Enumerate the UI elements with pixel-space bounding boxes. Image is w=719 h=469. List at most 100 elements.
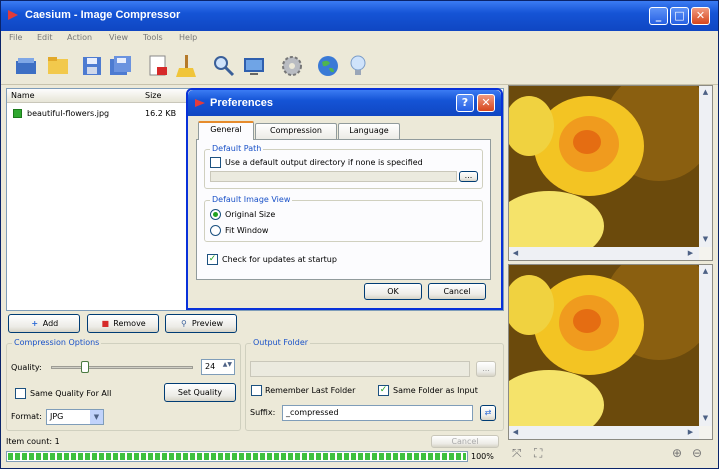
stepper-arrows-icon[interactable]: ▲▼	[223, 361, 232, 368]
menu-file[interactable]: File	[9, 33, 22, 42]
cancel-button[interactable]: Cancel	[431, 435, 499, 448]
horizontal-scrollbar[interactable]: ◀ ▶	[509, 426, 699, 439]
fit-window-radio[interactable]	[210, 225, 221, 236]
default-path-group	[204, 149, 483, 189]
same-quality-checkbox[interactable]	[15, 388, 26, 399]
open-folder-icon[interactable]	[13, 53, 39, 79]
remove-icon: ■	[101, 319, 110, 328]
suffix-input[interactable]: _compressed	[282, 405, 473, 421]
vertical-scrollbar[interactable]: ▲ ▼	[699, 265, 712, 426]
suffix-info-icon[interactable]: ⇄	[480, 405, 496, 421]
dialog-close-button[interactable]: ✕	[477, 94, 495, 112]
progress-fill	[8, 453, 466, 460]
clear-list-icon[interactable]	[173, 53, 199, 79]
menu-help[interactable]: Help	[179, 33, 197, 42]
scroll-left-icon[interactable]: ◀	[510, 427, 521, 438]
default-view-group	[204, 200, 483, 242]
original-image	[509, 86, 699, 247]
scroll-up-icon[interactable]: ▲	[700, 87, 711, 98]
same-folder-checkbox[interactable]: ✓	[378, 385, 389, 396]
check-updates-checkbox[interactable]: ✓	[207, 254, 218, 265]
format-select[interactable]: JPG ▼	[46, 409, 104, 425]
quality-label: Quality:	[11, 363, 42, 372]
default-directory-checkbox[interactable]	[210, 157, 221, 168]
dialog-title: Preferences	[210, 97, 273, 109]
output-path-input[interactable]	[250, 361, 470, 377]
same-quality-label: Same Quality For All	[30, 389, 112, 398]
scroll-right-icon[interactable]: ▶	[685, 248, 696, 259]
zoom-in-icon[interactable]: ⊕	[672, 446, 682, 460]
scroll-left-icon[interactable]: ◀	[510, 248, 521, 259]
preview-button[interactable]: ⚲ Preview	[165, 314, 237, 333]
maximize-button[interactable]: □	[670, 7, 689, 25]
zoom-out-icon[interactable]: ⊖	[692, 446, 702, 460]
column-name[interactable]: Name	[11, 91, 35, 100]
scroll-up-icon[interactable]: ▲	[700, 266, 711, 277]
default-view-title: Default Image View	[210, 195, 293, 204]
general-tab-panel: Default Path Use a default output direct…	[196, 139, 491, 280]
save-icon[interactable]	[79, 53, 105, 79]
save-all-icon[interactable]	[107, 53, 133, 79]
caesium-logo-icon	[195, 99, 205, 107]
column-size[interactable]: Size	[145, 91, 161, 100]
settings-icon[interactable]	[279, 53, 305, 79]
close-button[interactable]: ✕	[691, 7, 710, 25]
output-folder-title: Output Folder	[251, 338, 311, 347]
remove-button-label: Remove	[113, 319, 146, 328]
progress-bar	[6, 451, 468, 462]
file-name: beautiful-flowers.jpg	[27, 109, 110, 118]
compressed-image	[509, 265, 699, 426]
toolbar	[1, 47, 718, 85]
default-directory-input[interactable]	[210, 171, 457, 182]
file-status-icon	[13, 109, 22, 118]
scroll-down-icon[interactable]: ▼	[700, 413, 711, 424]
quality-stepper[interactable]: 24 ▲▼	[201, 359, 235, 375]
fit-window-icon[interactable]: ⤧	[512, 446, 522, 461]
add-button[interactable]: + Add	[8, 314, 80, 333]
minimize-button[interactable]: _	[649, 7, 668, 25]
magnifier-icon: ⚲	[180, 319, 187, 328]
dialog-cancel-button[interactable]: Cancel	[428, 283, 486, 300]
format-value: JPG	[50, 412, 64, 421]
default-directory-label: Use a default output directory if none i…	[225, 158, 423, 167]
original-size-label: Original Size	[225, 210, 276, 219]
search-icon[interactable]	[211, 53, 237, 79]
format-label: Format:	[11, 412, 42, 421]
menu-action[interactable]: Action	[67, 33, 92, 42]
chevron-down-icon[interactable]: ▼	[90, 410, 103, 424]
tip-icon[interactable]	[345, 53, 371, 79]
original-size-radio[interactable]	[210, 209, 221, 220]
remember-folder-checkbox[interactable]	[251, 385, 262, 396]
same-folder-label: Same Folder as Input	[393, 386, 478, 395]
dialog-title-bar[interactable]: Preferences ? ✕	[188, 90, 501, 116]
tab-general[interactable]: General	[198, 121, 254, 140]
menu-edit[interactable]: Edit	[37, 33, 53, 42]
ok-button[interactable]: OK	[364, 283, 422, 300]
original-preview-pane: ▲ ▼ ◀ ▶	[508, 85, 713, 261]
compressed-preview-pane: ▲ ▼ ◀ ▶	[508, 264, 713, 440]
scroll-right-icon[interactable]: ▶	[685, 427, 696, 438]
menu-tools[interactable]: Tools	[143, 33, 163, 42]
menu-view[interactable]: View	[109, 33, 128, 42]
remove-button[interactable]: ■ Remove	[87, 314, 159, 333]
vertical-scrollbar[interactable]: ▲ ▼	[699, 86, 712, 247]
remove-icon[interactable]	[145, 53, 171, 79]
tab-compression[interactable]: Compression	[255, 123, 337, 139]
dialog-help-button[interactable]: ?	[456, 94, 474, 112]
web-icon[interactable]	[315, 53, 341, 79]
tab-language[interactable]: Language	[338, 123, 400, 139]
open-file-icon[interactable]	[45, 53, 71, 79]
caesium-logo-icon	[8, 10, 18, 20]
quality-slider-thumb[interactable]	[81, 361, 90, 373]
fullscreen-icon[interactable]: ⛶	[534, 446, 542, 461]
title-bar[interactable]: Caesium - Image Compressor _ □ ✕	[1, 1, 718, 31]
suffix-label: Suffix:	[250, 408, 276, 417]
set-quality-button[interactable]: Set Quality	[164, 383, 236, 402]
quality-slider[interactable]	[51, 366, 193, 369]
app-window: Caesium - Image Compressor _ □ ✕ File Ed…	[0, 0, 719, 469]
scroll-down-icon[interactable]: ▼	[700, 234, 711, 245]
default-directory-browse-button[interactable]: ...	[459, 171, 478, 182]
horizontal-scrollbar[interactable]: ◀ ▶	[509, 247, 699, 260]
output-browse-button[interactable]: ...	[476, 361, 496, 377]
preview-icon[interactable]	[241, 53, 267, 79]
